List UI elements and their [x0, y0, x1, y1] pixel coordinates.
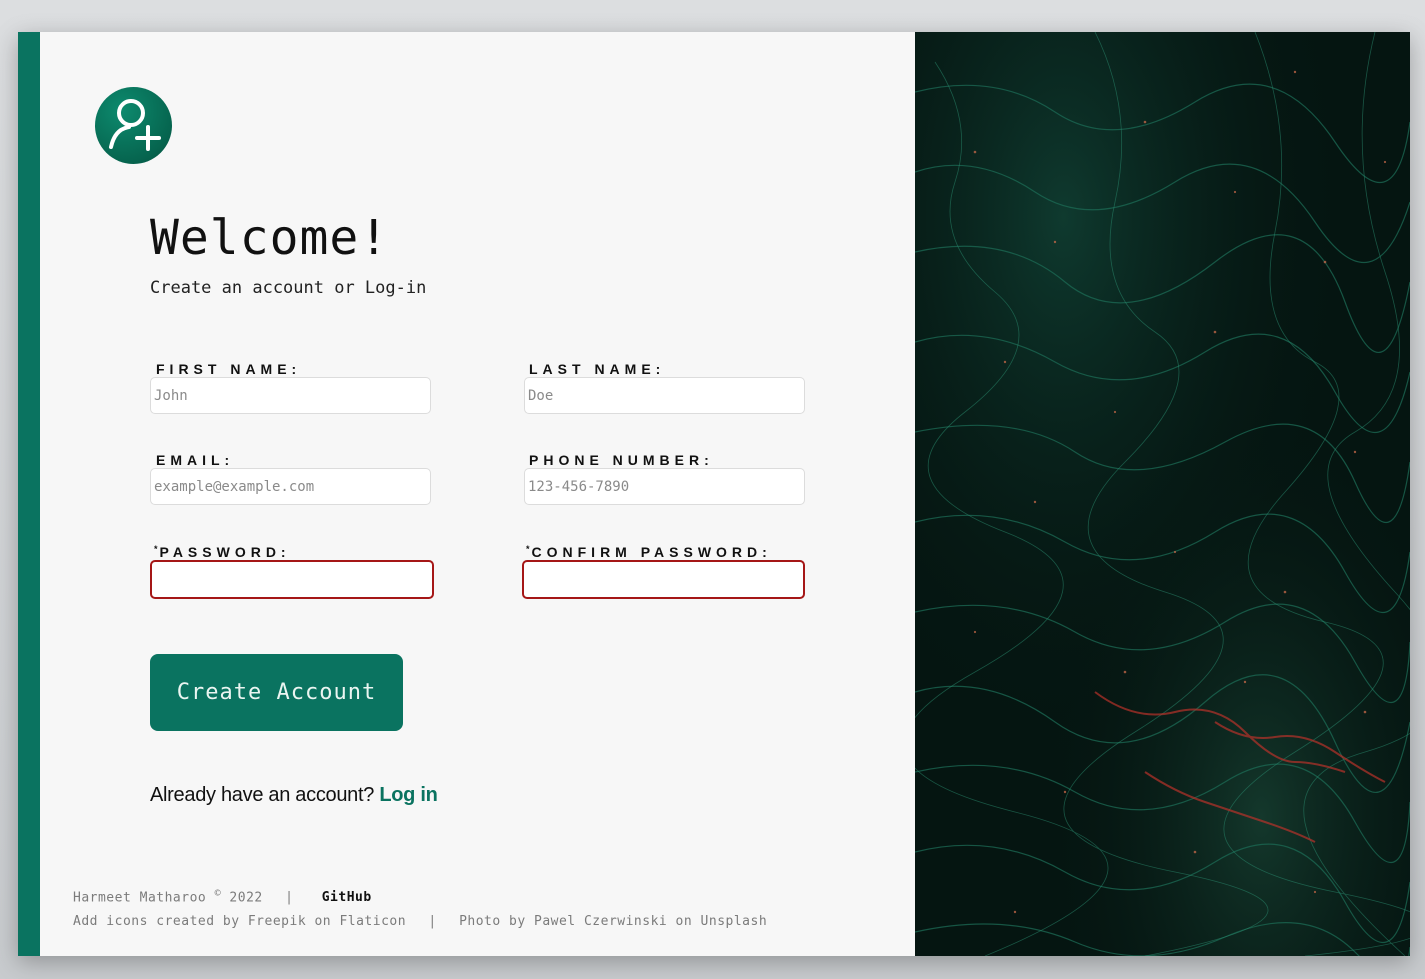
- background-photo: [915, 32, 1410, 956]
- confirm-password-label: *CONFIRM PASSWORD:: [526, 544, 772, 560]
- phone-input[interactable]: [524, 468, 805, 505]
- signup-card: Welcome! Create an account or Log-in FIR…: [18, 32, 1410, 956]
- abstract-texture-image: [915, 32, 1410, 956]
- footer-author: Harmeet Matharoo: [73, 890, 207, 906]
- footer-year: 2022: [229, 890, 263, 906]
- email-label: EMAIL:: [156, 452, 235, 468]
- last-name-input[interactable]: [524, 377, 805, 414]
- page-title: Welcome!: [150, 210, 390, 266]
- phone-label: PHONE NUMBER:: [529, 452, 714, 468]
- icon-credit[interactable]: Add icons created by Freepik on Flaticon: [73, 914, 406, 929]
- footer-credits-line-2: Add icons created by Freepik on Flaticon…: [73, 914, 767, 929]
- login-prompt-text: Already have an account?: [150, 784, 375, 806]
- password-label: *PASSWORD:: [154, 544, 291, 560]
- footer-credits-line-1: Harmeet Matharoo © 2022 | GitHub: [73, 888, 372, 905]
- password-input[interactable]: [150, 560, 434, 599]
- confirm-password-input[interactable]: [522, 560, 805, 599]
- add-user-icon: [95, 87, 172, 164]
- github-link[interactable]: GitHub: [322, 890, 372, 905]
- page-subtitle: Create an account or Log-in: [150, 278, 427, 298]
- first-name-label: FIRST NAME:: [156, 361, 302, 377]
- login-link[interactable]: Log in: [379, 784, 437, 806]
- footer-separator: |: [285, 890, 294, 906]
- first-name-input[interactable]: [150, 377, 431, 414]
- accent-bar: [18, 32, 40, 956]
- login-prompt: Already have an account? Log in: [150, 784, 438, 807]
- photo-credit[interactable]: Photo by Pawel Czerwinski on Unsplash: [459, 914, 767, 929]
- copyright-symbol: ©: [214, 888, 222, 899]
- last-name-label: LAST NAME:: [529, 361, 666, 377]
- email-input[interactable]: [150, 468, 431, 505]
- create-account-button[interactable]: Create Account: [150, 654, 403, 731]
- footer-separator: |: [428, 914, 437, 929]
